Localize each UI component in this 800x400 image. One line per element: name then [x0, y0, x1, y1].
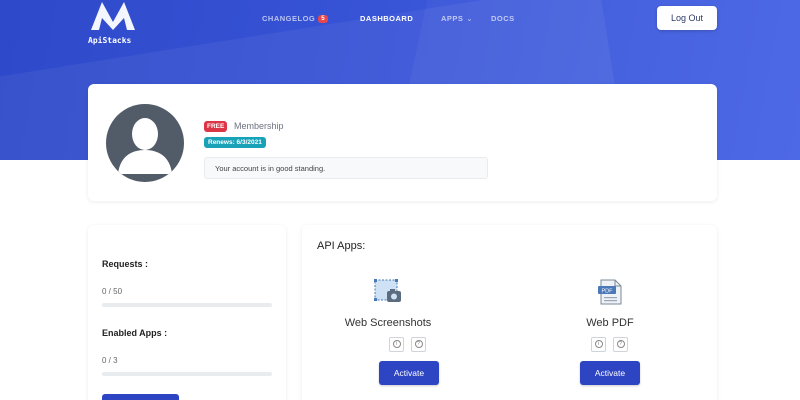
- activate-button[interactable]: Activate: [379, 361, 439, 385]
- requests-label: Requests :: [102, 259, 149, 269]
- app-name: Web Screenshots: [344, 317, 432, 329]
- nav-apps[interactable]: APPS ⌄: [441, 14, 473, 23]
- question-icon: ?: [414, 340, 423, 349]
- chevron-down-icon: ⌄: [466, 16, 473, 23]
- api-apps-card: API Apps: Web Screenshots i ? Activate P…: [302, 225, 717, 400]
- avatar: [106, 104, 184, 182]
- pdf-icon: PDF: [598, 279, 622, 305]
- app-web-screenshots: Web Screenshots i ? Activate: [308, 275, 468, 385]
- question-icon: ?: [616, 340, 625, 349]
- user-silhouette-icon: [118, 118, 172, 174]
- screenshot-icon: [374, 279, 401, 302]
- app-web-pdf: PDF Web PDF i ? Activate: [530, 275, 690, 385]
- account-status-message: Your account is in good standing.: [204, 157, 488, 179]
- nav-changelog-label: CHANGELOG: [262, 14, 316, 23]
- pdf-icon-text: PDF: [602, 289, 614, 295]
- api-apps-title: API Apps:: [317, 240, 366, 252]
- logout-button[interactable]: Log Out: [657, 6, 717, 30]
- info-icon: i: [392, 340, 401, 349]
- info-button[interactable]: i: [591, 337, 606, 352]
- brand-logo[interactable]: ApiStacks: [88, 0, 138, 46]
- logo-mark-icon: [91, 2, 135, 30]
- info-button[interactable]: i: [389, 337, 404, 352]
- nav-dashboard[interactable]: DASHBOARD: [360, 14, 413, 23]
- plan-badge: FREE: [204, 121, 228, 132]
- usage-card: Requests : 0 / 50 Enabled Apps : 0 / 3: [88, 225, 286, 400]
- requests-value: 0 / 50: [102, 287, 123, 296]
- info-icon: i: [594, 340, 603, 349]
- profile-card: FREE Membership Renews: 6/3/2021 Your ac…: [88, 84, 717, 201]
- help-button[interactable]: ?: [411, 337, 426, 352]
- activate-button[interactable]: Activate: [580, 361, 640, 385]
- membership-label: Membership: [234, 121, 284, 131]
- nav-apps-label: APPS: [441, 14, 464, 23]
- requests-progress: [102, 303, 272, 307]
- renews-badge: Renews: 6/3/2021: [204, 137, 266, 148]
- brand-name: ApiStacks: [88, 36, 132, 45]
- nav-changelog[interactable]: CHANGELOG 5: [262, 14, 329, 23]
- help-button[interactable]: ?: [613, 337, 628, 352]
- enabled-apps-progress: [102, 372, 272, 376]
- nav-docs[interactable]: DOCS: [491, 14, 515, 23]
- app-name: Web PDF: [586, 317, 634, 329]
- enabled-apps-value: 0 / 3: [102, 356, 118, 365]
- enabled-apps-label: Enabled Apps :: [102, 328, 168, 338]
- upgrade-button[interactable]: [102, 394, 179, 400]
- changelog-count-badge: 5: [318, 15, 329, 23]
